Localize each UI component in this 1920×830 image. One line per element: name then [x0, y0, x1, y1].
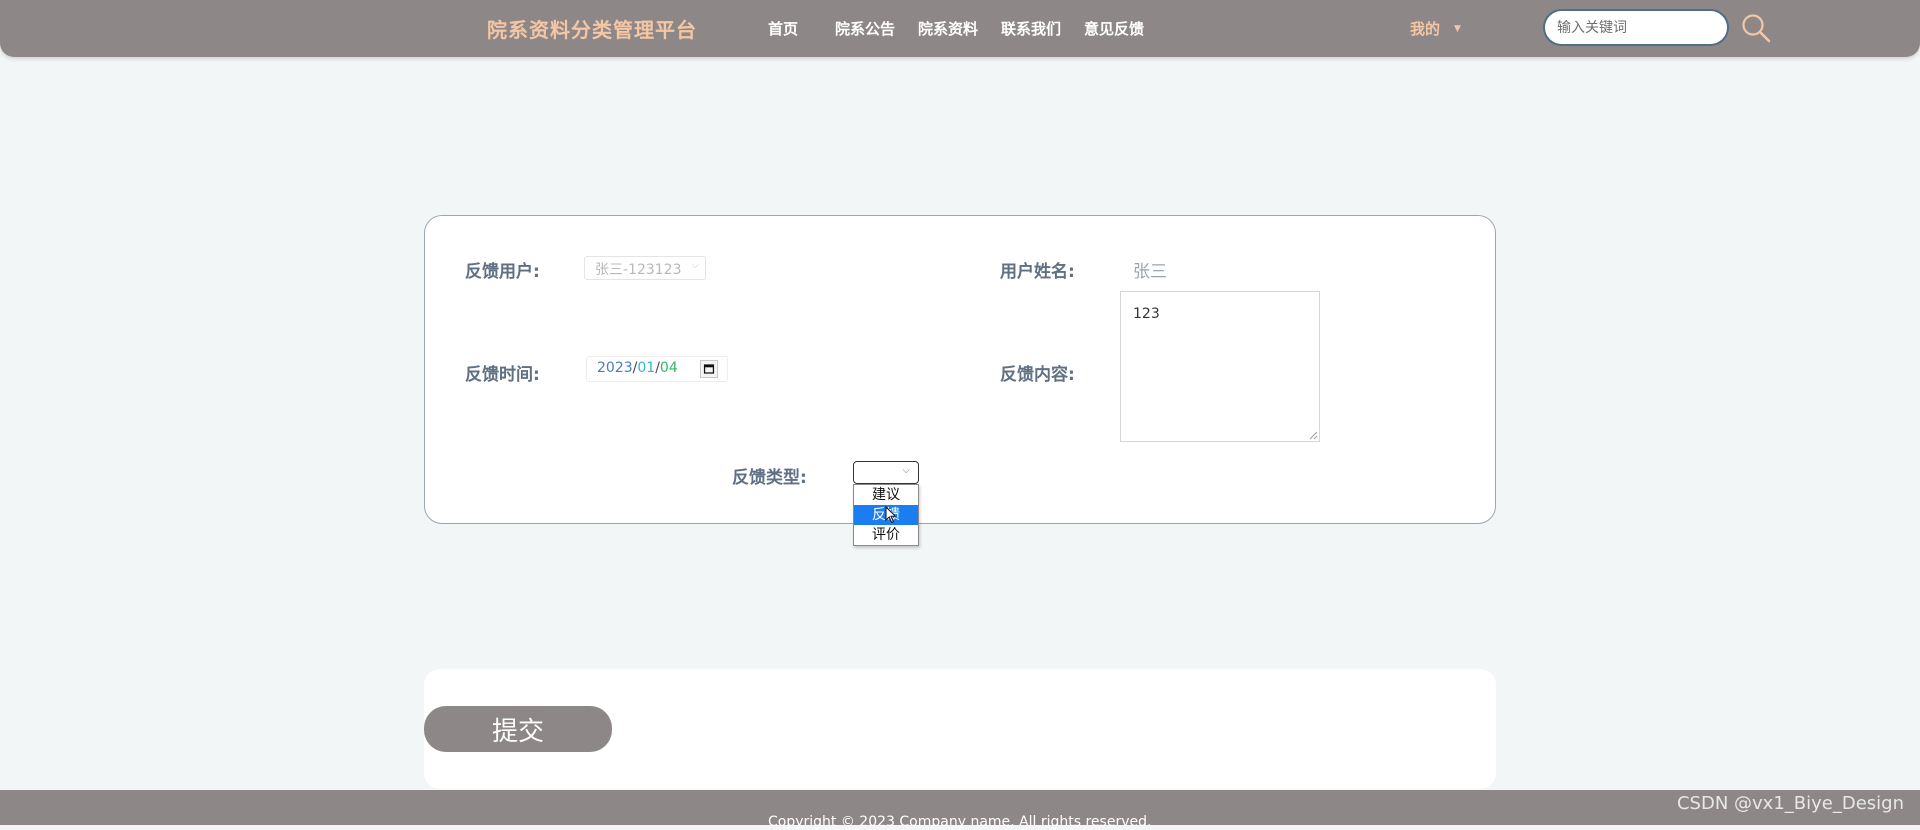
date-year[interactable]: 2023 — [597, 360, 633, 376]
footer: Copyright © 2023 Company name, All right… — [0, 790, 1920, 830]
type-option-suggestion[interactable]: 建议 — [854, 485, 918, 505]
feedback-user-label: 反馈用户: — [465, 262, 540, 282]
type-option-review[interactable]: 评价 — [854, 525, 918, 545]
user-name-value: 张三 — [1133, 262, 1167, 282]
user-name-label: 用户姓名: — [1000, 262, 1075, 282]
calendar-icon[interactable] — [700, 360, 718, 378]
submit-button[interactable]: 提交 — [424, 706, 612, 752]
csdn-watermark: CSDN @vx1_Biye_Design — [1676, 793, 1904, 814]
date-day[interactable]: 04 — [660, 360, 678, 376]
search-input[interactable] — [1543, 9, 1729, 46]
my-account-menu[interactable]: 我的 ▼ — [1410, 18, 1461, 39]
chevron-down-icon: ⌵ — [902, 465, 910, 476]
feedback-content-textarea[interactable]: 123 — [1120, 291, 1320, 442]
feedback-time-label: 反馈时间: — [465, 365, 540, 385]
caret-down-icon: ▼ — [1454, 24, 1461, 34]
feedback-type-label: 反馈类型: — [732, 468, 807, 488]
site-brand[interactable]: 院系资料分类管理平台 — [487, 14, 697, 43]
footer-copyright: Copyright © 2023 Company name, All right… — [768, 814, 1152, 830]
my-account-label: 我的 — [1410, 20, 1441, 38]
feedback-type-select[interactable]: ⌵ — [853, 461, 919, 484]
date-month[interactable]: 01 — [637, 360, 655, 376]
nav-feedback[interactable]: 意见反馈 — [1084, 18, 1144, 39]
nav-announcements[interactable]: 院系公告 — [835, 18, 895, 39]
nav-contact[interactable]: 联系我们 — [1001, 18, 1061, 39]
feedback-content-label: 反馈内容: — [1000, 365, 1075, 385]
search-icon[interactable] — [1740, 12, 1772, 44]
mouse-pointer-icon — [885, 506, 897, 524]
top-navbar: 院系资料分类管理平台 首页 院系公告 院系资料 联系我们 意见反馈 我的 ▼ — [0, 0, 1920, 57]
chevron-down-icon: ⌵ — [691, 260, 699, 271]
feedback-user-value: 张三-123123 — [595, 262, 682, 278]
feedback-user-select: 张三-123123 ⌵ — [584, 256, 706, 280]
nav-home[interactable]: 首页 — [768, 18, 798, 39]
nav-materials[interactable]: 院系资料 — [918, 18, 978, 39]
resize-grip-icon[interactable] — [1309, 431, 1318, 440]
